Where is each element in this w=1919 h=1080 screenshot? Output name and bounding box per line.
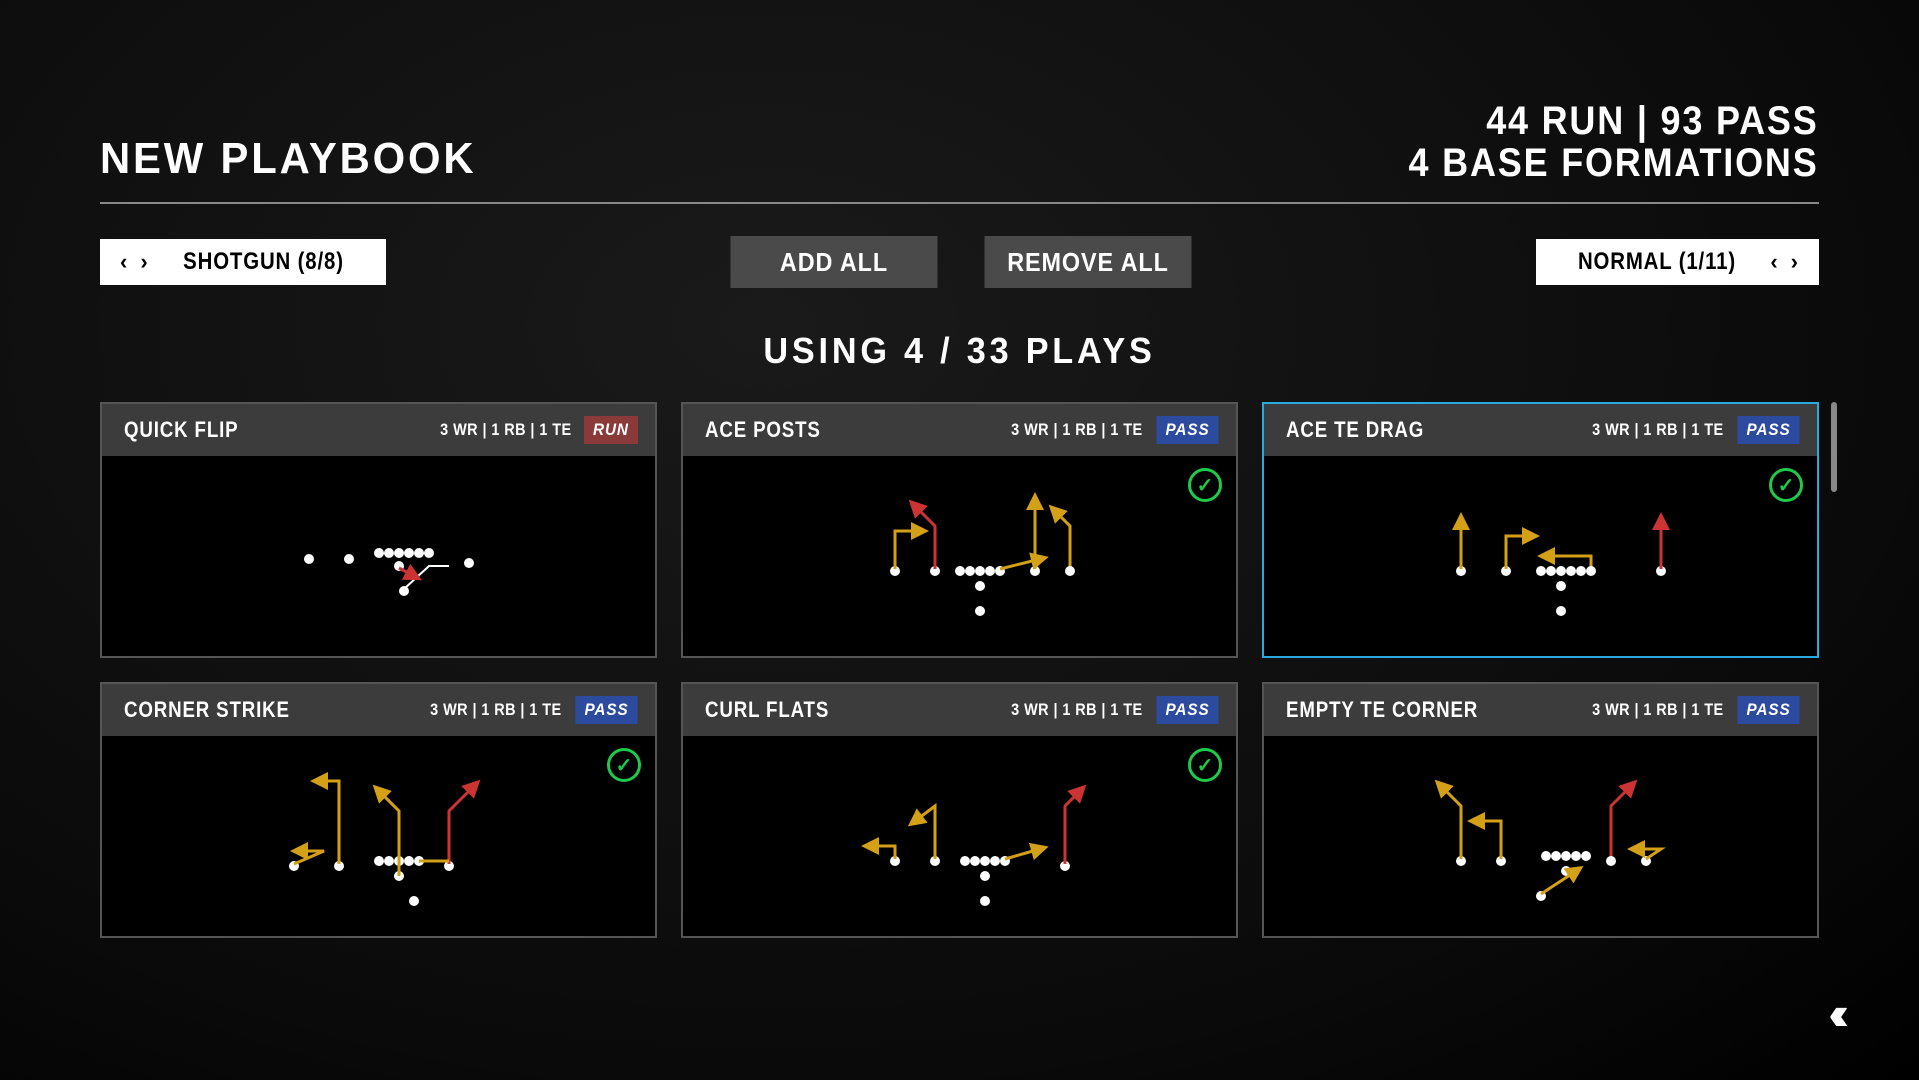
play-name: EMPTY TE CORNER — [1286, 697, 1478, 723]
selected-check-icon: ✓ — [1769, 468, 1803, 502]
play-personnel: 3 WR | 1 RB | 1 TE — [1012, 420, 1143, 440]
page-title: NEW PLAYBOOK — [100, 134, 476, 184]
add-all-button[interactable]: ADD ALL — [731, 236, 938, 288]
play-diagram: ✓ — [683, 736, 1236, 936]
play-name: CURL FLATS — [705, 697, 829, 723]
play-personnel: 3 WR | 1 RB | 1 TE — [440, 420, 571, 440]
chevron-left-icon[interactable]: ‹ — [1764, 249, 1784, 275]
play-type-tag: RUN — [584, 416, 638, 444]
play-diagram — [102, 456, 655, 656]
play-card[interactable]: EMPTY TE CORNER 3 WR | 1 RB | 1 TE PASS — [1262, 682, 1819, 938]
play-card[interactable]: ACE POSTS 3 WR | 1 RB | 1 TE PASS ✓ — [681, 402, 1238, 658]
play-name: CORNER STRIKE — [124, 697, 290, 723]
formations-count: 4 BASE FORMATIONS — [1409, 142, 1819, 184]
formation-selector-label: SHOTGUN (8/8) — [171, 248, 355, 276]
play-personnel: 3 WR | 1 RB | 1 TE — [1012, 700, 1143, 720]
set-selector[interactable]: NORMAL (1/11) ‹ › — [1536, 239, 1819, 285]
chevron-right-icon[interactable]: › — [1785, 249, 1805, 275]
play-usage-count: USING 4 / 33 PLAYS — [143, 330, 1776, 372]
play-type-tag: PASS — [1737, 416, 1799, 444]
play-name: ACE TE DRAG — [1286, 417, 1424, 443]
play-card-header: ACE POSTS 3 WR | 1 RB | 1 TE PASS — [683, 404, 1236, 456]
play-type-tag: PASS — [1156, 416, 1218, 444]
chevron-right-icon[interactable]: › — [134, 249, 154, 275]
play-diagram: ✓ — [1264, 456, 1817, 656]
play-card-header: ACE TE DRAG 3 WR | 1 RB | 1 TE PASS — [1264, 404, 1817, 456]
chevron-left-icon[interactable]: ‹ — [114, 249, 134, 275]
selected-check-icon: ✓ — [1188, 468, 1222, 502]
play-card-header: CURL FLATS 3 WR | 1 RB | 1 TE PASS — [683, 684, 1236, 736]
scrollbar[interactable] — [1831, 402, 1837, 492]
play-card-header: EMPTY TE CORNER 3 WR | 1 RB | 1 TE PASS — [1264, 684, 1817, 736]
play-card[interactable]: CORNER STRIKE 3 WR | 1 RB | 1 TE PASS ✓ — [100, 682, 657, 938]
selected-check-icon: ✓ — [1188, 748, 1222, 782]
header: NEW PLAYBOOK 44 RUN | 93 PASS 4 BASE FOR… — [100, 0, 1819, 204]
play-card[interactable]: QUICK FLIP 3 WR | 1 RB | 1 TE RUN — [100, 402, 657, 658]
play-card[interactable]: ACE TE DRAG 3 WR | 1 RB | 1 TE PASS ✓ — [1262, 402, 1819, 658]
run-pass-count: 44 RUN | 93 PASS — [1409, 100, 1819, 142]
play-diagram: ✓ — [683, 456, 1236, 656]
play-personnel: 3 WR | 1 RB | 1 TE — [1593, 420, 1724, 440]
play-personnel: 3 WR | 1 RB | 1 TE — [1593, 700, 1724, 720]
play-type-tag: PASS — [1156, 696, 1218, 724]
play-name: QUICK FLIP — [124, 417, 238, 443]
play-diagram: ✓ — [102, 736, 655, 936]
play-name: ACE POSTS — [705, 417, 821, 443]
play-card-header: CORNER STRIKE 3 WR | 1 RB | 1 TE PASS — [102, 684, 655, 736]
play-card[interactable]: CURL FLATS 3 WR | 1 RB | 1 TE PASS ✓ — [681, 682, 1238, 938]
set-selector-label: NORMAL (1/11) — [1566, 248, 1748, 276]
formation-selector[interactable]: ‹ › SHOTGUN (8/8) — [100, 239, 386, 285]
play-type-tag: PASS — [1737, 696, 1799, 724]
play-diagram — [1264, 736, 1817, 936]
play-personnel: 3 WR | 1 RB | 1 TE — [431, 700, 562, 720]
play-type-tag: PASS — [575, 696, 637, 724]
selected-check-icon: ✓ — [607, 748, 641, 782]
play-card-header: QUICK FLIP 3 WR | 1 RB | 1 TE RUN — [102, 404, 655, 456]
remove-all-button[interactable]: REMOVE ALL — [985, 236, 1192, 288]
back-button[interactable]: ‹‹ — [1828, 986, 1839, 1040]
